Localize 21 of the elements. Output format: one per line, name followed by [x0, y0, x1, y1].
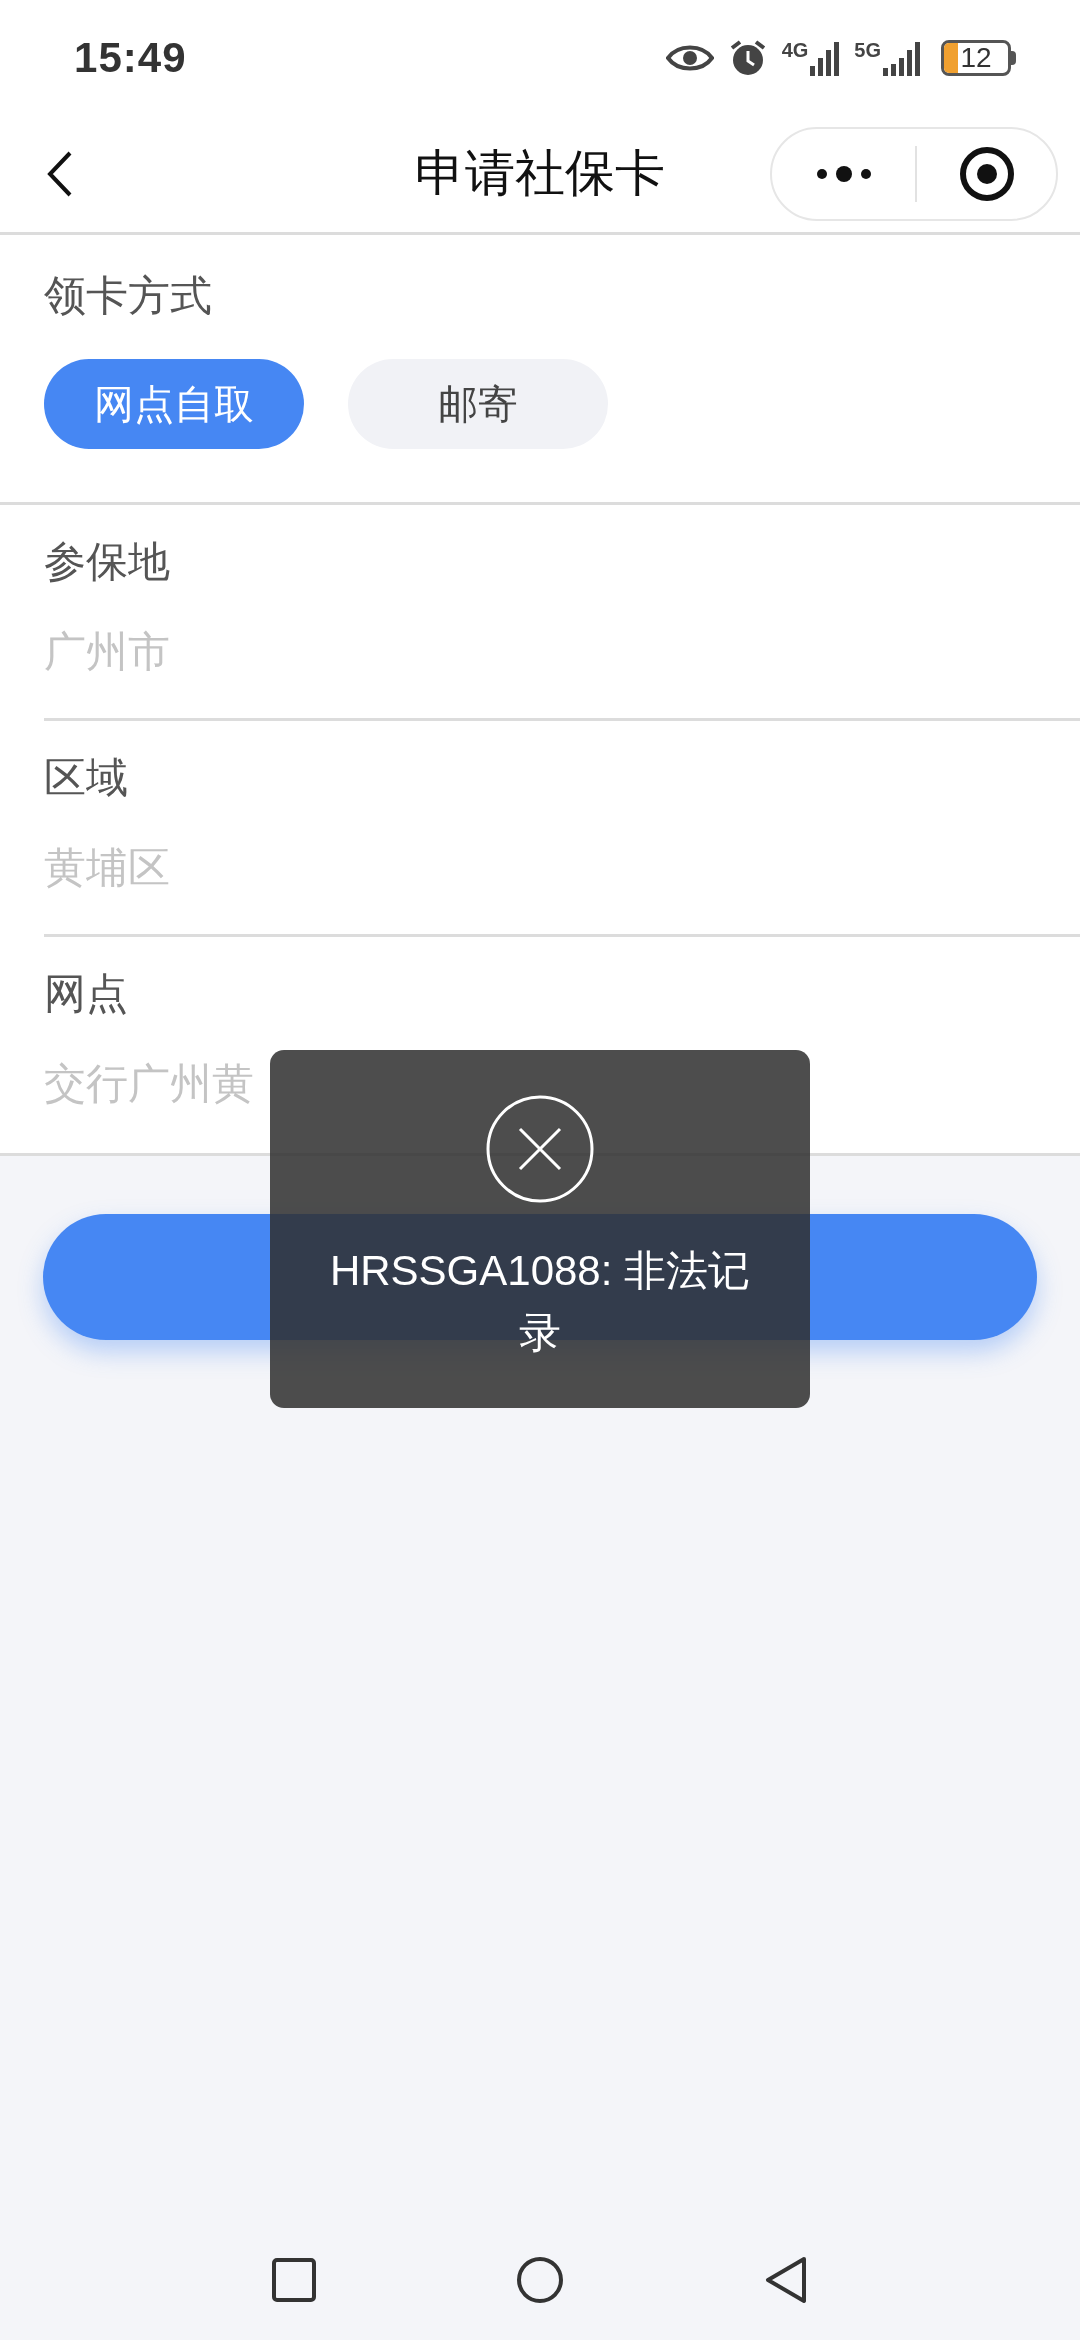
- field-value: 黄埔区: [44, 847, 171, 889]
- toast-message: HRSSGA1088: 非法记录: [328, 1246, 752, 1358]
- recent-apps-icon[interactable]: [272, 2258, 316, 2302]
- battery-indicator: 12: [941, 39, 1016, 76]
- target-icon: [958, 145, 1015, 202]
- network-label: 4G: [781, 39, 809, 60]
- field-label: 参保地: [44, 541, 171, 583]
- option-chip[interactable]: 邮寄: [348, 359, 608, 449]
- page-title: 申请社保卡: [414, 144, 666, 203]
- field-label: 领卡方式: [44, 275, 213, 317]
- home-icon[interactable]: [516, 2256, 564, 2304]
- network-label: 5G: [854, 39, 881, 60]
- field-label: 区域: [44, 757, 129, 799]
- signal-icon: [883, 39, 921, 76]
- status-time: 15:49: [74, 33, 187, 83]
- field-value: 交行广州黄: [44, 1063, 255, 1105]
- field-label: 网点: [44, 973, 129, 1015]
- signal-icon: [810, 39, 841, 76]
- back-icon[interactable]: [764, 2256, 808, 2304]
- close-circle-icon: [485, 1094, 595, 1204]
- field-value: 广州市: [44, 631, 171, 673]
